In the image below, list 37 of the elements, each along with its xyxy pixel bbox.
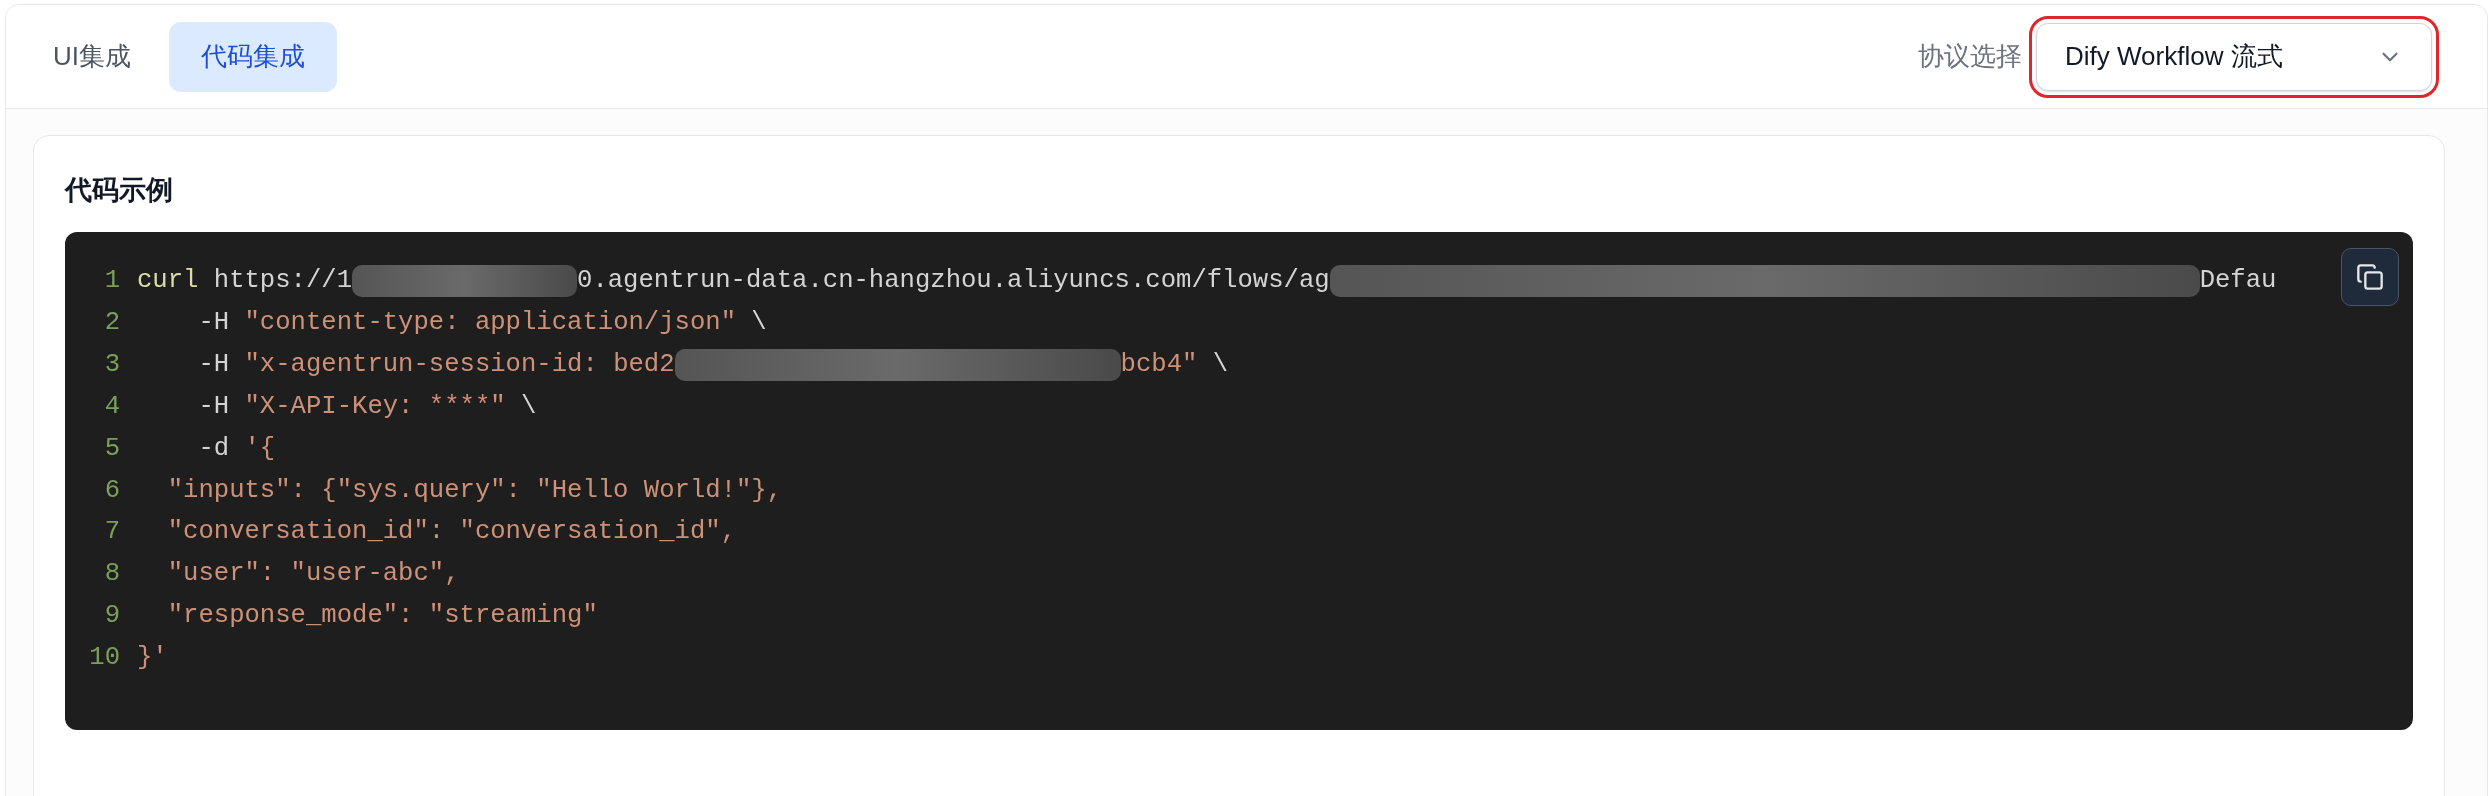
line-number: 1 bbox=[103, 265, 120, 297]
code-text: "response_mode": "streaming" bbox=[166, 600, 598, 633]
code-text: }' bbox=[137, 642, 168, 675]
line-number: 5 bbox=[103, 432, 120, 465]
code-text: -H bbox=[197, 348, 231, 381]
line-number: 8 bbox=[103, 558, 120, 591]
code-text: "X-API-Key: ****" bbox=[244, 390, 506, 423]
line-number: 7 bbox=[103, 516, 120, 549]
card-title: 代码示例 bbox=[65, 174, 174, 207]
code-text: -H bbox=[197, 390, 231, 423]
code-text: \ bbox=[750, 306, 767, 339]
copy-icon bbox=[2356, 263, 2384, 291]
code-text: curl bbox=[137, 265, 199, 297]
protocol-label: 协议选择 bbox=[1918, 40, 2022, 73]
code-text: -H bbox=[197, 306, 231, 339]
line-number: 9 bbox=[103, 600, 120, 633]
code-text: "x-agentrun-session-id: bed2 bbox=[244, 348, 675, 381]
line-number: 2 bbox=[103, 306, 120, 339]
code-text: "conversation_id": "conversation_id", bbox=[166, 516, 736, 549]
code-text: \ bbox=[1211, 348, 1229, 381]
code-text: Defau bbox=[2199, 265, 2277, 297]
code-text: bcb4" bbox=[1120, 348, 1198, 381]
code-text: '{ bbox=[244, 432, 276, 465]
line-number: 4 bbox=[103, 390, 120, 423]
tab[interactable]: 代码集成 bbox=[169, 21, 337, 92]
line-number: 3 bbox=[103, 348, 120, 381]
line-number: 6 bbox=[103, 474, 120, 507]
code-text: -d bbox=[197, 432, 231, 465]
line-number: 10 bbox=[88, 642, 120, 675]
code-text: https://1 bbox=[212, 265, 353, 297]
tab[interactable]: UI集成 bbox=[53, 21, 149, 92]
code-text: "inputs": {"sys.query": "Hello World!"}, bbox=[166, 474, 783, 507]
code-text: \ bbox=[519, 390, 537, 423]
copy-button[interactable] bbox=[2341, 248, 2399, 306]
code-text: "user": "user-abc", bbox=[166, 558, 460, 591]
code-text: 0.agentrun-data.cn-hangzhou.aliyuncs.com/flows/ag bbox=[577, 265, 1330, 297]
code-text: "content-type: application/json" bbox=[244, 306, 736, 339]
